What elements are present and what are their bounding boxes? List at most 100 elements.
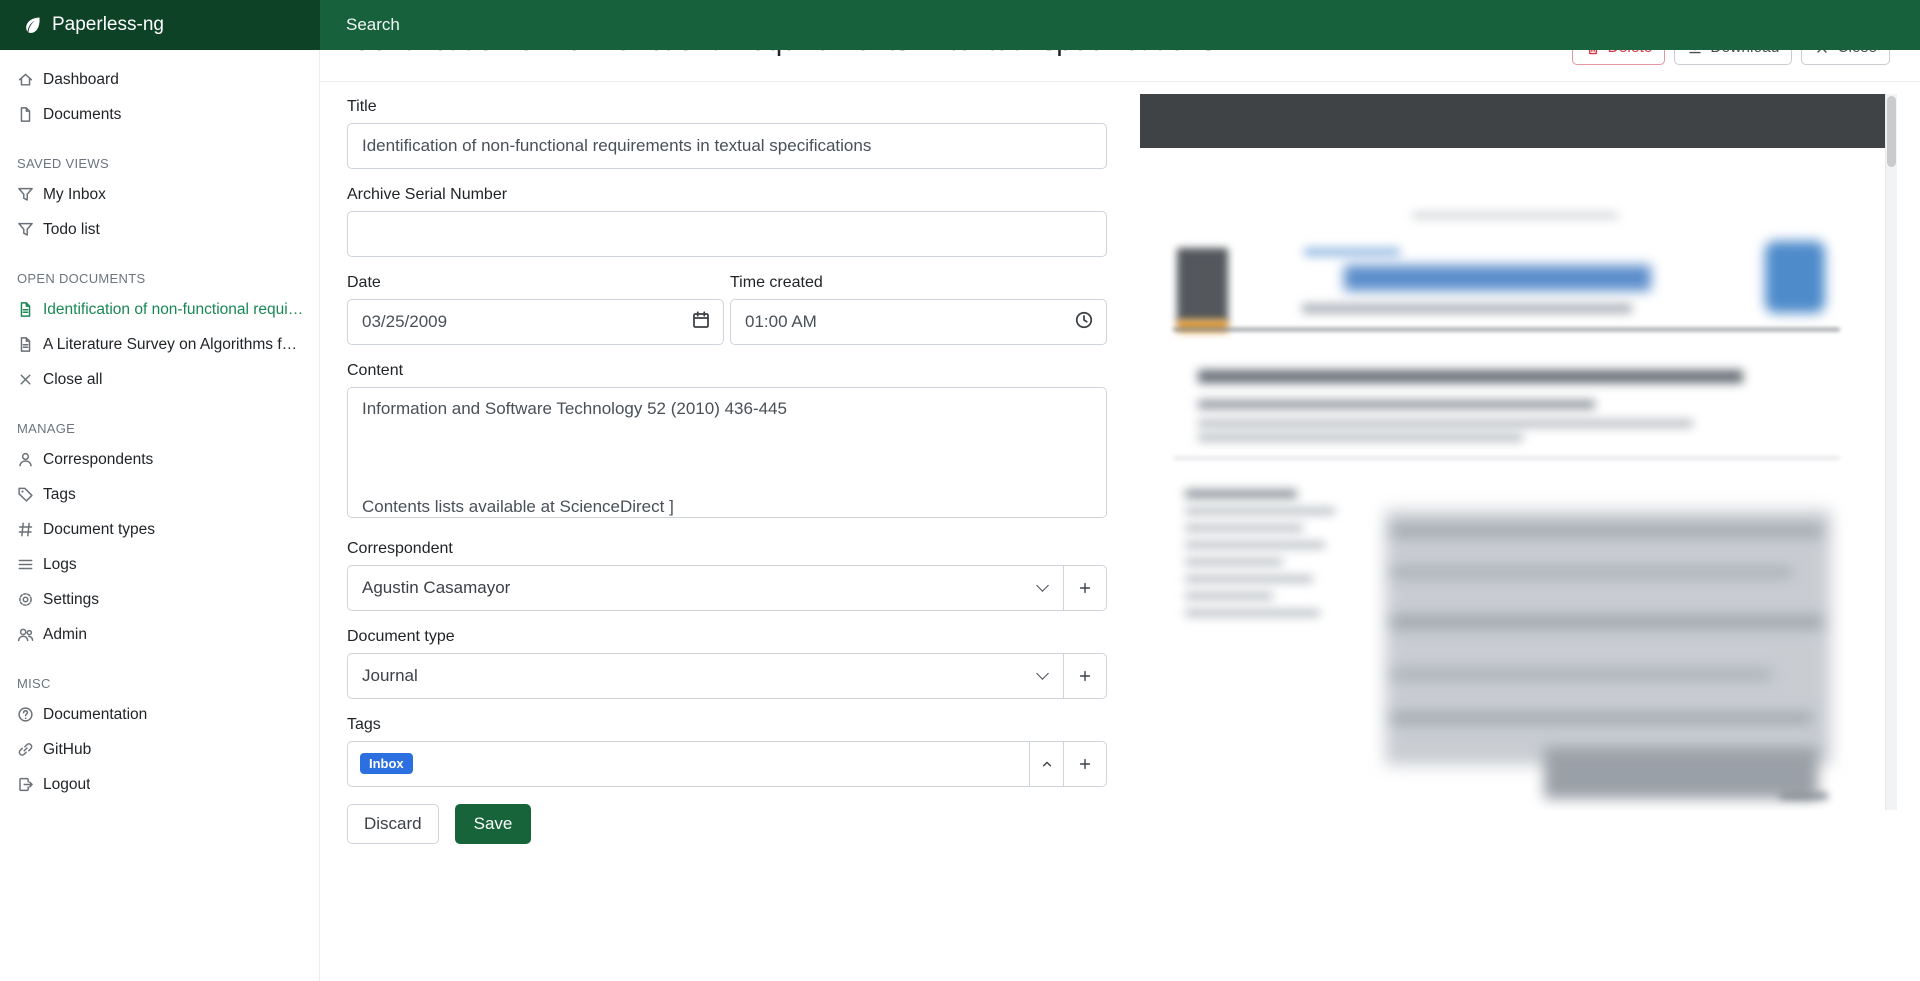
- blurred-content: [1392, 526, 1822, 536]
- discard-button[interactable]: Discard: [347, 804, 439, 844]
- correspondent-label: Correspondent: [347, 540, 1107, 558]
- sidebar-item-label: Correspondents: [43, 451, 153, 469]
- search-input[interactable]: [344, 14, 1044, 36]
- add-correspondent-button[interactable]: [1063, 565, 1107, 611]
- form-actions: Discard Save: [347, 804, 1107, 844]
- content-label: Content: [347, 362, 1107, 380]
- blurred-content: [1185, 525, 1303, 531]
- pdf-page: [1140, 148, 1885, 810]
- navbar-search-area: [320, 0, 1920, 50]
- title-field-group: Title: [347, 98, 1107, 169]
- title-input[interactable]: [347, 123, 1107, 169]
- blurred-content: [1304, 248, 1400, 256]
- sidebar-item-settings[interactable]: Settings: [0, 582, 319, 617]
- tags-input[interactable]: Inbox: [347, 741, 1030, 787]
- sidebar-open-document-2[interactable]: A Literature Survey on Algorithms for Mu…: [0, 327, 319, 362]
- blurred-journal-cover: [1177, 248, 1228, 322]
- plus-icon: [1077, 668, 1093, 684]
- preview-scrollbar-thumb[interactable]: [1887, 96, 1896, 167]
- asn-input[interactable]: [347, 211, 1107, 257]
- document-preview[interactable]: [1140, 94, 1897, 810]
- correspondent-field-group: Correspondent Agustin Casamayor: [347, 540, 1107, 611]
- open-document-label: Identification of non-functional require…: [43, 301, 304, 319]
- document-detail-body: Title Archive Serial Number Date Time cr…: [320, 82, 1920, 844]
- blurred-content: [1185, 610, 1320, 616]
- sidebar-item-github[interactable]: GitHub: [0, 732, 319, 767]
- blurred-content: [1392, 713, 1812, 723]
- sidebar-item-label: Admin: [43, 626, 87, 644]
- plus-icon: [1077, 756, 1093, 772]
- add-tag-button[interactable]: [1063, 741, 1107, 787]
- blurred-content: [1185, 542, 1325, 548]
- blurred-content: [1392, 616, 1822, 628]
- sidebar-item-tags[interactable]: Tags: [0, 477, 319, 512]
- time-created-label: Time created: [730, 274, 1107, 292]
- sidebar-item-documents[interactable]: Documents: [0, 97, 319, 132]
- date-input[interactable]: [347, 299, 724, 345]
- sidebar-heading-manage: MANAGE: [0, 415, 319, 442]
- blurred-content: [1198, 434, 1523, 441]
- correspondent-select[interactable]: Agustin Casamayor: [347, 565, 1064, 611]
- asn-field-group: Archive Serial Number: [347, 186, 1107, 257]
- blurred-rule: [1173, 457, 1840, 459]
- app-brand[interactable]: Paperless-ng: [0, 0, 320, 50]
- top-navbar: Paperless-ng: [0, 0, 1920, 50]
- sidebar-item-correspondents[interactable]: Correspondents: [0, 442, 319, 477]
- blurred-text-block: [1544, 747, 1818, 799]
- funnel-icon: [17, 221, 34, 238]
- sidebar-item-my-inbox[interactable]: My Inbox: [0, 177, 319, 212]
- leaf-logo-icon: [22, 15, 42, 35]
- blurred-publisher-logo: [1765, 241, 1825, 313]
- caret-up-icon: [1039, 756, 1055, 772]
- people-icon: [17, 626, 34, 643]
- tag-badge-inbox[interactable]: Inbox: [360, 753, 413, 774]
- content-textarea[interactable]: Information and Software Technology 52 (…: [347, 387, 1107, 518]
- tags-dropdown-toggle-button[interactable]: [1029, 741, 1064, 787]
- file-text-icon: [17, 336, 34, 353]
- document-type-select[interactable]: Journal: [347, 653, 1064, 699]
- blurred-content: [1392, 568, 1792, 577]
- question-circle-icon: [17, 706, 34, 723]
- sidebar-item-close-all[interactable]: Close all: [0, 362, 319, 397]
- document-edit-form: Title Archive Serial Number Date Time cr…: [347, 98, 1107, 844]
- content-field-group: Content Information and Software Technol…: [347, 362, 1107, 523]
- sidebar-item-todo-list[interactable]: Todo list: [0, 212, 319, 247]
- blurred-content: [1185, 576, 1313, 582]
- correspondent-select-group: Agustin Casamayor: [347, 565, 1107, 611]
- add-document-type-button[interactable]: [1063, 653, 1107, 699]
- blurred-paper-title: [1198, 370, 1743, 383]
- preview-scrollbar[interactable]: [1885, 94, 1897, 810]
- blurred-content: [1780, 793, 1828, 799]
- save-button[interactable]: Save: [455, 804, 532, 844]
- sidebar-heading-misc: MISC: [0, 670, 319, 697]
- sidebar-item-label: Tags: [43, 486, 76, 504]
- sidebar-item-documentation[interactable]: Documentation: [0, 697, 319, 732]
- blurred-content: [1392, 670, 1772, 679]
- blurred-rule: [1173, 328, 1840, 331]
- file-text-icon: [17, 301, 34, 318]
- tags-field-group: Tags Inbox: [347, 716, 1107, 787]
- blurred-content: [1185, 559, 1283, 565]
- calendar-icon[interactable]: [691, 310, 711, 330]
- sidebar-item-dashboard[interactable]: Dashboard: [0, 62, 319, 97]
- sidebar-item-document-types[interactable]: Document types: [0, 512, 319, 547]
- blurred-content: [1302, 304, 1632, 313]
- close-icon: [17, 371, 34, 388]
- time-created-input[interactable]: [730, 299, 1107, 345]
- person-icon: [17, 451, 34, 468]
- sidebar-item-admin[interactable]: Admin: [0, 617, 319, 652]
- sidebar-item-logout[interactable]: Logout: [0, 767, 319, 802]
- tags-label: Tags: [347, 716, 1107, 734]
- plus-icon: [1077, 580, 1093, 596]
- document-type-select-group: Journal: [347, 653, 1107, 699]
- clock-icon[interactable]: [1074, 310, 1094, 330]
- blurred-content: [1185, 593, 1273, 599]
- gear-icon: [17, 591, 34, 608]
- logout-icon: [17, 776, 34, 793]
- house-icon: [17, 71, 34, 88]
- sidebar-item-label: Logs: [43, 556, 77, 574]
- sidebar-item-logs[interactable]: Logs: [0, 547, 319, 582]
- sidebar-open-document-1[interactable]: Identification of non-functional require…: [0, 292, 319, 327]
- blurred-text-block: [1385, 510, 1831, 765]
- sidebar-item-label: Settings: [43, 591, 99, 609]
